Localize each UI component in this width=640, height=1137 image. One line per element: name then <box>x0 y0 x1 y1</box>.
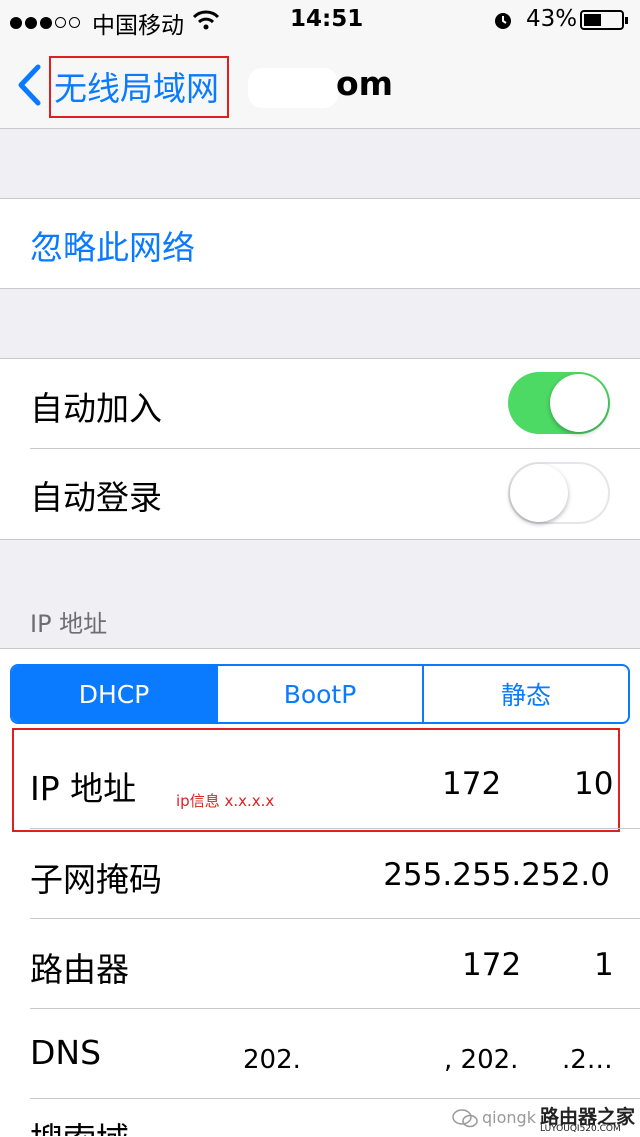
signal-dots-icon <box>10 9 83 35</box>
ip-section-header: IP 地址 <box>30 610 108 638</box>
navigation-bar: 无线局域网 om <box>0 40 640 129</box>
annotation-box-ip <box>12 728 620 832</box>
status-bar: 中国移动 14:51 43% <box>0 0 640 40</box>
segment-bootp[interactable]: BootP <box>216 666 422 722</box>
wechat-icon <box>452 1109 478 1128</box>
segment-dhcp[interactable]: DHCP <box>12 666 216 722</box>
watermark-domain: LUYOUQI520.COM <box>540 1124 621 1134</box>
battery-percent: 43% <box>526 6 578 32</box>
router-row: 路由器 172 1 <box>0 919 640 1009</box>
alarm-icon <box>495 13 511 29</box>
dns-row[interactable]: DNS 202. , 202. .2… <box>0 1009 640 1099</box>
auto-login-label: 自动登录 <box>30 478 162 517</box>
segment-static[interactable]: 静态 <box>422 666 628 722</box>
dns-label: DNS <box>30 1033 102 1072</box>
subnet-mask-row: 子网掩码 255.255.252.0 <box>0 829 640 919</box>
toggle-group: 自动加入 自动登录 <box>0 358 640 540</box>
ip-mode-segmented-control: DHCP BootP 静态 <box>10 664 630 724</box>
toggle-knob <box>510 464 568 522</box>
search-domain-label: 搜索域 <box>30 1113 129 1136</box>
auto-join-label: 自动加入 <box>30 389 162 428</box>
redacted-ssid <box>248 68 338 108</box>
back-chevron-icon[interactable] <box>16 64 42 106</box>
auto-login-row: 自动登录 <box>0 449 640 539</box>
forget-network-button[interactable]: 忽略此网络 <box>30 221 195 269</box>
toggle-knob <box>550 374 608 432</box>
annotation-box-back <box>49 56 229 118</box>
subnet-mask-label: 子网掩码 <box>30 860 162 899</box>
forget-group: 忽略此网络 <box>0 198 640 289</box>
auto-join-toggle[interactable] <box>508 372 610 434</box>
watermark-account: qiongk <box>482 1108 536 1127</box>
dns-value-part-1: 202. <box>243 1045 301 1075</box>
watermark: qiongk 路由器之家 LUYOUQI520.COM <box>448 1098 640 1136</box>
dns-value-part-3: .2… <box>562 1045 613 1075</box>
subnet-mask-value: 255.255.252.0 <box>383 857 610 893</box>
page-title: om <box>336 64 394 103</box>
dns-value-part-2: , 202. <box>444 1045 519 1075</box>
router-value-part-1: 172 <box>462 947 522 983</box>
clock-time: 14:51 <box>290 6 364 32</box>
router-value-part-2: 1 <box>594 947 614 983</box>
router-label: 路由器 <box>30 950 129 989</box>
battery-icon <box>580 10 628 30</box>
carrier-label: 中国移动 <box>92 13 184 39</box>
wifi-icon <box>192 10 220 30</box>
auto-join-row: 自动加入 <box>0 359 640 449</box>
auto-login-toggle[interactable] <box>508 462 610 524</box>
